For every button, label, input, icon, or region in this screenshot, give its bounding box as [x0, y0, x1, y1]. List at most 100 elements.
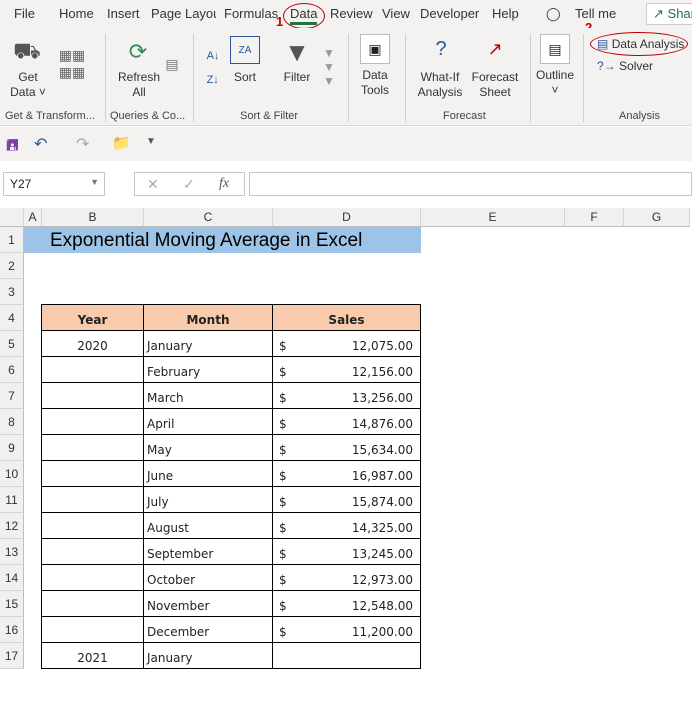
year-cell[interactable] — [41, 538, 144, 565]
row-header[interactable]: 5 — [0, 331, 24, 357]
sales-cell[interactable]: $13,245.00 — [272, 538, 421, 565]
year-cell[interactable] — [41, 590, 144, 617]
month-cell[interactable]: February — [143, 356, 273, 383]
row-header[interactable]: 3 — [0, 279, 24, 305]
customize-qat-icon[interactable]: ▼ — [146, 136, 156, 147]
query-icons[interactable]: ▦▦ ▦▦ — [54, 34, 90, 94]
month-cell[interactable]: July — [143, 486, 273, 513]
tab-formulas[interactable]: Formulas — [224, 6, 278, 21]
solver-button[interactable]: ?→ Solver — [597, 59, 653, 74]
sales-cell[interactable]: $15,874.00 — [272, 486, 421, 513]
open-folder-icon[interactable]: 📁 — [112, 134, 131, 152]
year-cell[interactable] — [41, 564, 144, 591]
row-header[interactable]: 9 — [0, 435, 24, 461]
tab-help[interactable]: Help — [492, 6, 519, 21]
row-header[interactable]: 15 — [0, 591, 24, 617]
data-tools-button[interactable]: Data Tools — [352, 68, 398, 98]
row-header[interactable]: 10 — [0, 461, 24, 487]
row-header[interactable]: 16 — [0, 617, 24, 643]
year-cell[interactable] — [41, 460, 144, 487]
year-cell[interactable] — [41, 382, 144, 409]
year-cell[interactable] — [41, 408, 144, 435]
tab-home[interactable]: Home — [59, 6, 94, 21]
sales-cell[interactable]: $12,075.00 — [272, 330, 421, 357]
year-cell[interactable] — [41, 616, 144, 643]
undo-icon[interactable]: ↶ — [34, 134, 47, 154]
month-cell[interactable]: March — [143, 382, 273, 409]
save-icon[interactable]: 🖪 — [6, 135, 19, 160]
tab-page-layout[interactable]: Page Layout — [151, 6, 216, 21]
chevron-down-icon[interactable]: ▼ — [90, 177, 99, 187]
select-all-corner[interactable] — [0, 208, 24, 227]
row-header[interactable]: 12 — [0, 513, 24, 539]
year-cell[interactable] — [41, 512, 144, 539]
formula-input[interactable] — [249, 172, 692, 196]
queries-icons[interactable]: ▤ — [162, 34, 182, 94]
column-header[interactable]: B — [42, 208, 144, 227]
sales-cell[interactable]: $12,973.00 — [272, 564, 421, 591]
row-header[interactable]: 11 — [0, 487, 24, 513]
cancel-icon[interactable]: ✕ — [147, 176, 159, 193]
row-header[interactable]: 13 — [0, 539, 24, 565]
filter-options-icons[interactable]: ▼ ▼ ▼ — [320, 34, 338, 100]
sales-cell[interactable]: $14,325.00 — [272, 512, 421, 539]
enter-icon[interactable]: ✓ — [183, 176, 195, 193]
get-data-button[interactable]: Get Data ˅ — [8, 70, 48, 100]
name-box[interactable]: Y27 ▼ — [3, 172, 105, 196]
share-button[interactable]: ↗ Share — [646, 3, 692, 25]
title-cell[interactable]: Exponential Moving Average in Excel — [24, 227, 421, 253]
year-cell[interactable]: 2021 — [41, 642, 144, 669]
year-cell[interactable] — [41, 434, 144, 461]
month-cell[interactable]: November — [143, 590, 273, 617]
column-header[interactable]: D — [273, 208, 421, 227]
sales-cell[interactable]: $12,156.00 — [272, 356, 421, 383]
tab-file[interactable]: File — [14, 6, 35, 21]
tab-view[interactable]: View — [382, 6, 410, 21]
row-header[interactable]: 6 — [0, 357, 24, 383]
filter-button[interactable]: Filter — [280, 70, 314, 85]
table-header-cell[interactable]: Year — [41, 304, 144, 331]
column-header[interactable]: A — [24, 208, 42, 227]
sales-cell[interactable]: $15,634.00 — [272, 434, 421, 461]
column-header[interactable]: G — [624, 208, 690, 227]
sort-az-icon[interactable]: A↓ Z↓ — [203, 38, 223, 98]
row-header[interactable]: 14 — [0, 565, 24, 591]
table-header-cell[interactable]: Sales — [272, 304, 421, 331]
sales-cell[interactable]: $16,987.00 — [272, 460, 421, 487]
column-header[interactable]: F — [565, 208, 624, 227]
column-header[interactable]: E — [421, 208, 565, 227]
row-header[interactable]: 2 — [0, 253, 24, 279]
month-cell[interactable]: October — [143, 564, 273, 591]
month-cell[interactable]: September — [143, 538, 273, 565]
row-header[interactable]: 1 — [0, 227, 24, 253]
month-cell[interactable]: January — [143, 642, 273, 669]
sort-button[interactable]: Sort — [228, 70, 262, 85]
tell-me-search[interactable]: Tell me — [575, 6, 616, 21]
month-cell[interactable]: January — [143, 330, 273, 357]
redo-icon[interactable]: ↷ — [76, 134, 89, 154]
year-cell[interactable]: 2020 — [41, 330, 144, 357]
sales-cell[interactable]: $14,876.00 — [272, 408, 421, 435]
row-header[interactable]: 8 — [0, 409, 24, 435]
sales-cell[interactable] — [272, 642, 421, 669]
tab-review[interactable]: Review — [330, 6, 373, 21]
outline-button[interactable]: Outline ˅ — [532, 68, 578, 98]
what-if-analysis-button[interactable]: What-If Analysis — [410, 70, 470, 100]
tab-developer[interactable]: Developer — [420, 6, 479, 21]
sales-cell[interactable]: $12,548.00 — [272, 590, 421, 617]
month-cell[interactable]: December — [143, 616, 273, 643]
row-header[interactable]: 17 — [0, 643, 24, 669]
month-cell[interactable]: April — [143, 408, 273, 435]
year-cell[interactable] — [41, 356, 144, 383]
month-cell[interactable]: August — [143, 512, 273, 539]
month-cell[interactable]: June — [143, 460, 273, 487]
month-cell[interactable]: May — [143, 434, 273, 461]
row-header[interactable]: 7 — [0, 383, 24, 409]
column-header[interactable]: C — [144, 208, 273, 227]
table-header-cell[interactable]: Month — [143, 304, 273, 331]
sales-cell[interactable]: $11,200.00 — [272, 616, 421, 643]
refresh-all-button[interactable]: Refresh All — [114, 70, 164, 100]
forecast-sheet-button[interactable]: Forecast Sheet — [470, 70, 520, 100]
year-cell[interactable] — [41, 486, 144, 513]
tab-insert[interactable]: Insert — [107, 6, 140, 21]
